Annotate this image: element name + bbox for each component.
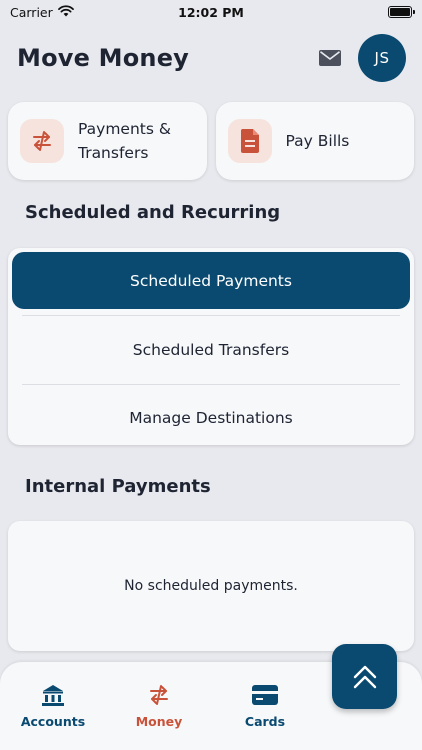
scheduled-list: Scheduled Payments Scheduled Transfers M…	[8, 248, 414, 445]
avatar[interactable]: JS	[358, 34, 406, 82]
status-bar: Carrier 12:02 PM	[0, 0, 422, 24]
carrier-label: Carrier	[10, 4, 53, 20]
transfer-arrows-icon	[146, 682, 172, 708]
transfer-arrows-icon	[20, 119, 64, 163]
scheduled-section-title: Scheduled and Recurring	[25, 202, 281, 223]
nav-item-money[interactable]: Money	[106, 682, 212, 750]
header-actions: JS	[318, 34, 406, 82]
scheduled-transfers-button[interactable]: Scheduled Transfers	[12, 319, 410, 381]
pay-bills-button[interactable]: Pay Bills	[215, 102, 414, 180]
double-chevron-up-icon	[353, 665, 376, 688]
empty-state-message: No scheduled payments.	[124, 578, 298, 594]
battery-icon	[388, 6, 415, 18]
pay-bills-label: Pay Bills	[285, 132, 350, 150]
nav-label-cards: Cards	[244, 714, 286, 729]
status-left: Carrier	[10, 5, 74, 20]
nav-item-cards[interactable]: Cards	[212, 682, 318, 750]
card-icon	[252, 682, 278, 708]
internal-section-title: Internal Payments	[25, 476, 211, 497]
envelope-icon	[319, 50, 341, 66]
wifi-icon	[57, 4, 74, 20]
payments-transfers-button[interactable]: Payments & Transfers	[8, 102, 207, 180]
manage-destinations-button[interactable]: Manage Destinations	[12, 388, 410, 448]
nav-label-money: Money	[135, 714, 183, 729]
divider	[22, 384, 400, 385]
header: Move Money JS	[0, 32, 422, 84]
quick-actions: Payments & Transfers Pay Bills	[8, 102, 414, 180]
divider	[22, 315, 400, 316]
nav-item-accounts[interactable]: Accounts	[0, 682, 106, 750]
scheduled-payments-button[interactable]: Scheduled Payments	[12, 252, 410, 309]
scroll-top-button[interactable]	[332, 644, 397, 709]
mail-button[interactable]	[318, 46, 342, 70]
page-title: Move Money	[17, 44, 190, 72]
bank-icon	[41, 682, 65, 708]
internal-payments-card: No scheduled payments.	[8, 521, 414, 651]
nav-label-accounts: Accounts	[20, 714, 86, 729]
payments-transfers-label: Payments & Transfers	[78, 120, 171, 162]
bill-document-icon	[227, 119, 272, 163]
